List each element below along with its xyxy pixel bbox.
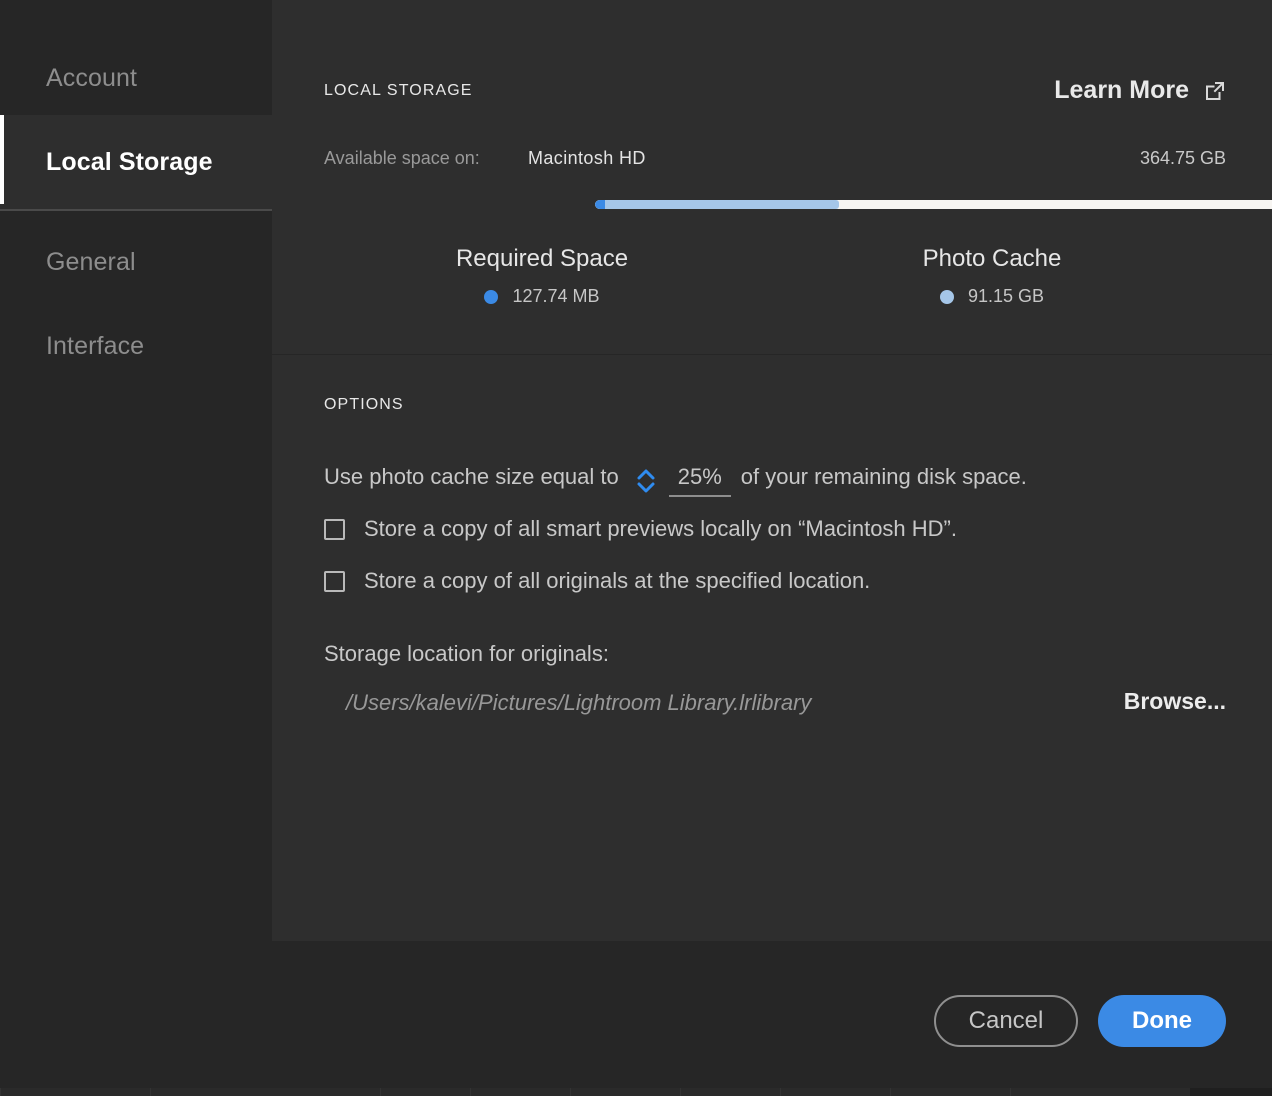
legend-value: 91.15 GB [967,286,1045,306]
legend-label: Photo Cache [922,245,1062,272]
storage-legend: Required Space 127.74 MB Photo Cache 91.… [324,245,1226,325]
checkbox-smart-previews[interactable] [324,518,345,540]
sidebar-item-general[interactable]: General [0,215,272,309]
sidebar-item-account[interactable]: Account [0,31,272,125]
legend-value: 127.74 MB [512,286,600,306]
dialog-footer: Cancel Done [0,941,1272,1088]
local-storage-panel: Local Storage Learn More Available space… [272,0,1272,941]
checkbox-row-store-originals[interactable]: Store a copy of all originals at the spe… [324,568,870,594]
footer-button-group: Cancel Done [934,995,1226,1047]
sidebar-divider [0,209,272,211]
local-storage-section-title: Local Storage [324,82,473,99]
cache-size-option-row: Use photo cache size equal to 25% of you… [324,464,1027,497]
volume-name: Macintosh HD [528,148,646,168]
usage-segment-photo-cache [604,200,839,209]
sidebar-item-label: Local Storage [46,147,213,176]
cache-size-text-before: Use photo cache size equal to [324,464,619,489]
cache-size-input[interactable]: 25% [668,464,731,497]
checkbox-store-originals[interactable] [324,570,345,592]
cache-size-text-after: of your remaining disk space. [740,464,1027,489]
checkbox-row-smart-previews[interactable]: Store a copy of all smart previews local… [324,516,957,542]
legend-dot [939,289,954,304]
legend-label: Required Space [455,245,629,272]
learn-more-link[interactable]: Learn More [1054,76,1226,105]
usage-segment-required-space [595,200,605,209]
browse-button[interactable]: Browse... [1124,688,1226,715]
available-space-label: Available space on: [324,148,480,168]
storage-location-row: /Users/kalevi/Pictures/Lightroom Library… [324,688,1226,722]
selected-item-accent-bar [0,115,4,204]
external-link-icon [1204,80,1226,102]
background-window-sliver [0,1088,1272,1096]
storage-usage-bar [595,200,1272,209]
stepper-up-down-icon[interactable] [635,468,657,494]
checkbox-label: Store a copy of all originals at the spe… [364,568,871,593]
section-divider [272,354,1272,355]
cancel-button[interactable]: Cancel [934,995,1078,1047]
checkbox-label: Store a copy of all smart previews local… [364,516,957,541]
options-section-title: Options [324,396,404,413]
sidebar-item-label: Interface [46,331,145,360]
preferences-window: Account Local Storage General Interface … [0,0,1272,1096]
learn-more-label: Learn More [1054,76,1189,104]
storage-location-label: Storage location for originals: [324,641,609,666]
sidebar-item-interface[interactable]: Interface [0,299,272,393]
sidebar-item-label: General [46,247,136,276]
sidebar-item-label: Account [46,63,138,92]
available-space-row: Available space on: Macintosh HD 364.75 … [324,148,1226,174]
sidebar-item-local-storage[interactable]: Local Storage [0,115,272,209]
available-space-value: 364.75 GB [1139,148,1226,168]
legend-dot [484,289,499,304]
storage-location-path: /Users/kalevi/Pictures/Lightroom Library… [346,690,812,715]
done-button[interactable]: Done [1098,995,1226,1047]
preferences-sidebar: Account Local Storage General Interface [0,0,272,941]
legend-item-photo-cache: Photo Cache 91.15 GB [822,245,1162,307]
legend-item-required-space: Required Space 127.74 MB [372,245,712,307]
